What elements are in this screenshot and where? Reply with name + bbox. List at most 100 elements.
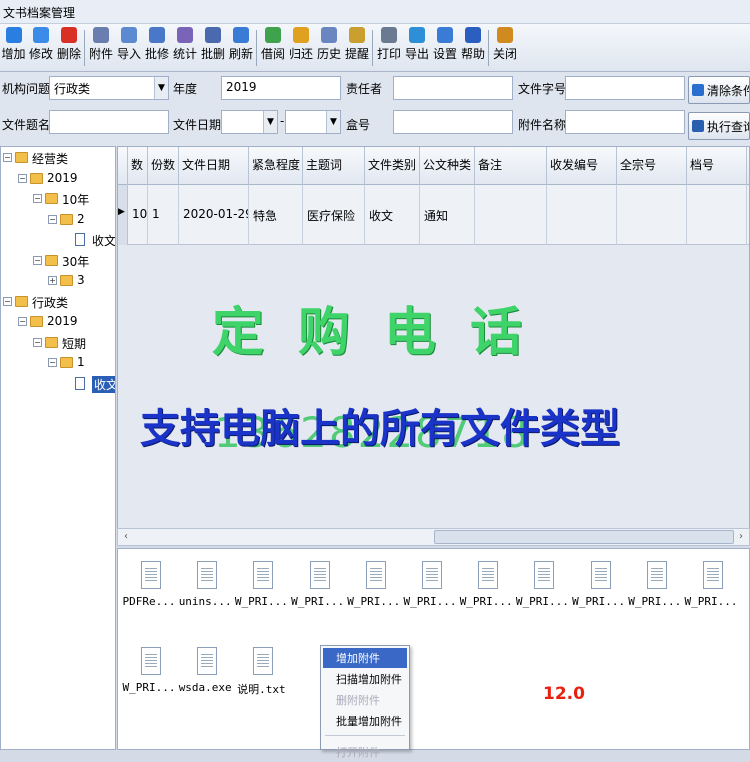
docno-input[interactable] [565,76,685,100]
collapse-icon[interactable]: − [33,194,42,203]
title-input[interactable] [49,110,169,134]
column-header[interactable]: 文件类别 [365,147,420,185]
column-header[interactable]: 紧急程度 [249,147,303,185]
attachment-file[interactable]: W_PRI... [290,553,346,609]
attachment-file[interactable]: W_PRI... [627,553,683,609]
collapse-icon[interactable]: − [3,153,12,162]
toolbar-button-2[interactable]: 修改 [27,26,55,70]
scroll-right-icon[interactable]: › [733,529,749,545]
toolbar-button-8[interactable]: 批删 [199,26,227,70]
toolbar-button-13[interactable]: 提醒 [343,26,371,70]
tree-node[interactable]: 收文 [63,231,115,251]
table-cell[interactable]: 特急 [249,185,303,245]
tree-node[interactable]: −2 [48,211,111,231]
tree-node[interactable]: +3 [48,272,111,292]
tree-node[interactable]: − 10年 [33,190,111,210]
owner-input[interactable] [393,76,513,100]
table-cell[interactable]: 通知 [420,185,475,245]
collapse-icon[interactable]: − [3,296,12,306]
attachment-file[interactable]: 说明.txt [233,639,289,696]
toolbar-button-15[interactable]: 导出 [403,26,431,70]
tree-node[interactable]: − 2019 [18,170,111,190]
table-cell[interactable] [547,185,617,245]
toolbar-button-7[interactable]: 统计 [171,26,199,70]
column-header[interactable]: 备注 [475,147,547,185]
expand-icon[interactable]: + [48,276,57,285]
toolbar-button-9[interactable]: 刷新 [227,26,255,70]
context-menu-item[interactable]: 增加附件 [323,648,407,668]
column-header[interactable]: 收发编号 [547,147,617,185]
toolbar-button-3[interactable]: 删除 [55,26,83,70]
toolbar-button-5[interactable]: 导入 [115,26,143,70]
year-input[interactable]: 2019 [221,76,341,100]
chevron-down-icon[interactable]: ▼ [263,111,277,133]
context-menu-item[interactable]: 批量增加附件 [323,711,407,731]
box-input[interactable] [393,110,513,134]
column-header[interactable]: 文件日期 [179,147,249,185]
attachment-file[interactable]: W_PRI... [121,639,177,695]
table-cell[interactable] [687,185,747,245]
table-cell[interactable]: 收文 [365,185,420,245]
collapse-icon[interactable]: − [18,173,27,183]
date-to-input[interactable]: ▼ [285,110,341,134]
table-cell[interactable]: 1 [148,185,179,245]
table-cell[interactable]: 10 [128,185,148,245]
tree-node[interactable]: − 30年 [33,252,111,272]
tree-node[interactable]: 收文 [63,375,115,395]
attachment-file[interactable]: W_PRI... [458,553,514,609]
chevron-down-icon[interactable]: ▼ [154,77,168,99]
attachment-file[interactable]: W_PRI... [402,553,458,609]
toolbar-button-14[interactable]: 打印 [375,26,403,70]
attachment-file[interactable]: PDFRe... [121,553,177,609]
attachment-file[interactable]: W_PRI... [233,553,289,609]
tree-node[interactable]: −1 [48,354,111,374]
tree-node[interactable]: − 行政类 [3,293,111,313]
attachment-file[interactable]: wsda.exe [177,639,233,695]
attachment-file[interactable]: W_PRI... [346,553,402,609]
column-header[interactable]: 份数 [148,147,179,185]
table-cell[interactable] [475,185,547,245]
toolbar-button-10[interactable]: 借阅 [259,26,287,70]
column-header[interactable]: 主题词 [303,147,365,185]
tree-node[interactable]: − 2019 [18,313,111,333]
column-header[interactable]: 数 [128,147,148,185]
table-row[interactable]: ▶ 10 1 2020-01-29 特急 医疗保险 收文 通知 [118,185,749,245]
collapse-icon[interactable]: − [48,358,57,367]
chevron-down-icon[interactable]: ▼ [326,111,340,133]
run-query-button[interactable]: 执行查询 [688,112,750,140]
collapse-icon[interactable]: − [33,255,42,265]
attachment-file[interactable]: W_PRI... [683,553,739,609]
org-select[interactable]: 行政类 ▼ [49,76,169,100]
toolbar-button-12[interactable]: 历史 [315,26,343,70]
context-menu-item[interactable]: 扫描增加附件 [323,669,407,689]
attachment-file[interactable]: unins... [177,553,233,609]
collapse-icon[interactable]: − [33,337,42,347]
collapse-icon[interactable]: − [48,214,57,224]
toolbar-button-11[interactable]: 归还 [287,26,315,70]
attach-input[interactable] [565,110,685,134]
horizontal-scrollbar[interactable]: ‹ › [117,528,750,546]
scrollbar-thumb[interactable] [434,530,734,544]
toolbar-button-1[interactable]: 增加 [0,26,27,70]
toolbar-button-17[interactable]: 帮助 [459,26,487,70]
table-cell[interactable] [617,185,687,245]
scroll-left-icon[interactable]: ‹ [118,529,134,545]
attachment-file[interactable]: W_PRI... [514,553,570,609]
table-cell[interactable]: 医疗保险 [303,185,365,245]
borrow-icon [265,27,281,43]
column-header[interactable]: 公文种类 [420,147,475,185]
tree-node[interactable]: − 经营类 [3,149,111,169]
toolbar-button-18[interactable]: 关闭 [491,26,519,70]
clear-conditions-button[interactable]: 清除条件 [688,76,750,104]
toolbar-button-6[interactable]: 批修 [143,26,171,70]
attachment-file[interactable]: W_PRI... [571,553,627,609]
column-header[interactable]: 档号 [687,147,747,185]
column-header[interactable]: 全宗号 [617,147,687,185]
collapse-icon[interactable]: − [18,317,27,326]
toolbar-button-16[interactable]: 设置 [431,26,459,70]
row-selector-icon[interactable]: ▶ [118,185,128,245]
table-cell[interactable]: 2020-01-29 [179,185,249,245]
toolbar-button-4[interactable]: 附件 [87,26,115,70]
date-from-input[interactable]: ▼ [221,110,278,134]
tree-node[interactable]: − 短期 [33,334,111,354]
